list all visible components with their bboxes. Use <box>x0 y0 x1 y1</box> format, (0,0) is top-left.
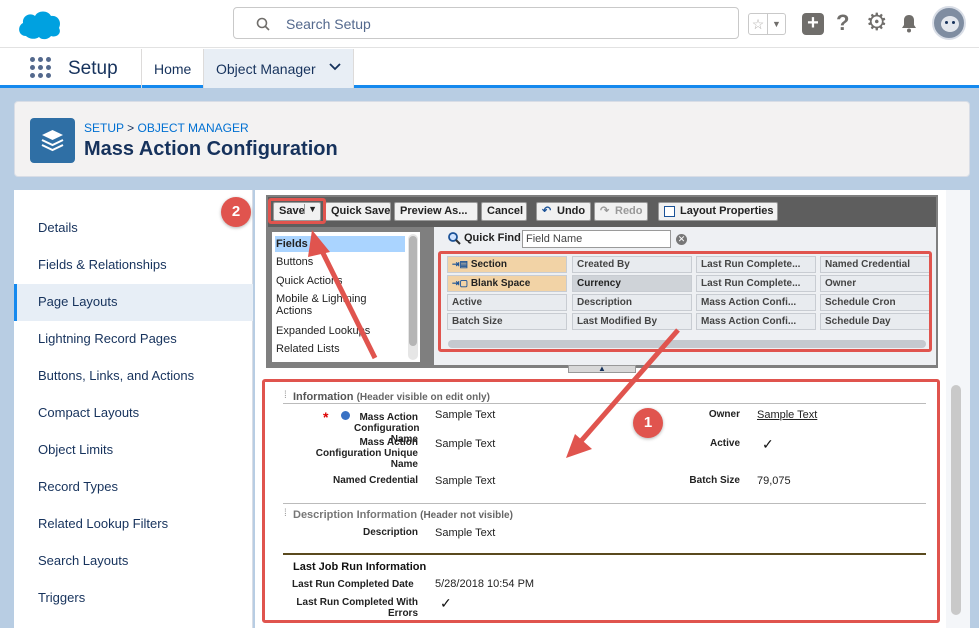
cancel-button[interactable]: Cancel <box>481 202 527 221</box>
sidebar-item-record-types[interactable]: Record Types <box>14 469 253 506</box>
chevron-down-icon[interactable] <box>329 63 341 71</box>
sidebar-item-triggers[interactable]: Triggers <box>14 580 253 617</box>
sidebar-item-object-limits[interactable]: Object Limits <box>14 432 253 469</box>
redo-button: ↷ Redo <box>594 202 648 221</box>
app-name: Setup <box>68 58 118 79</box>
app-launcher-icon[interactable] <box>30 57 52 79</box>
favorites-dropdown-icon[interactable]: ▼ <box>768 13 786 35</box>
redo-icon: ↷ <box>600 205 610 217</box>
redo-label: Redo <box>615 205 643 217</box>
preview-as-button[interactable]: Preview As... <box>394 202 478 221</box>
category-related-lists[interactable]: Related Lists <box>276 343 340 355</box>
search-input[interactable]: Search Setup <box>233 7 739 39</box>
undo-button[interactable]: ↶ Undo <box>536 202 591 221</box>
callout-highlight-fields <box>438 251 932 352</box>
quick-find-input[interactable]: Field Name <box>522 230 671 248</box>
callout-highlight-save <box>268 198 326 224</box>
category-quick-actions[interactable]: Quick Actions <box>276 275 342 287</box>
tab-object-manager-label: Object Manager <box>216 61 316 77</box>
palette-collapse-handle[interactable]: ▲ <box>568 365 636 373</box>
sidebar-item-page-layouts[interactable]: Page Layouts <box>14 284 253 321</box>
sidebar-item-lightning-record-pages[interactable]: Lightning Record Pages <box>14 321 253 358</box>
breadcrumb-separator: > <box>127 121 135 135</box>
main-scrollbar[interactable] <box>946 190 970 628</box>
callout-badge-1: 1 <box>633 408 663 438</box>
sidebar-item-search-layouts[interactable]: Search Layouts <box>14 543 253 580</box>
callout-highlight-layout <box>262 379 940 623</box>
global-add-icon[interactable]: + <box>802 13 824 35</box>
undo-label: Undo <box>557 205 586 217</box>
breadcrumb-object-manager[interactable]: OBJECT MANAGER <box>138 121 249 135</box>
sidebar-item-compact-layouts[interactable]: Compact Layouts <box>14 395 253 432</box>
sidebar-item-buttons-links-actions[interactable]: Buttons, Links, and Actions <box>14 358 253 395</box>
search-placeholder: Search Setup <box>286 16 371 32</box>
breadcrumb: SETUP > OBJECT MANAGER <box>84 121 249 135</box>
user-avatar[interactable] <box>932 6 966 40</box>
callout-badge-2: 2 <box>221 197 251 227</box>
sidebar-item-fields-relationships[interactable]: Fields & Relationships <box>14 247 253 284</box>
sidebar-item-details[interactable]: Details <box>14 210 253 247</box>
object-layers-icon <box>30 118 75 163</box>
gear-icon[interactable]: ⚙ <box>866 8 888 37</box>
layout-properties-icon <box>664 206 675 217</box>
quick-find-magnifier-icon <box>448 232 461 245</box>
favorites-star-icon[interactable]: ☆ <box>748 13 768 35</box>
help-icon[interactable]: ? <box>836 10 849 36</box>
layout-properties-button[interactable]: Layout Properties <box>658 202 778 221</box>
quick-find-label: Quick Find <box>464 232 521 244</box>
tab-home[interactable]: Home <box>141 49 203 88</box>
search-icon <box>256 17 270 31</box>
salesforce-logo[interactable] <box>16 6 62 42</box>
quick-save-button[interactable]: Quick Save <box>325 202 391 221</box>
category-expanded-lookups[interactable]: Expanded Lookups <box>276 325 371 337</box>
category-scrollbar[interactable] <box>408 234 418 360</box>
page-title: Mass Action Configuration <box>84 138 338 160</box>
category-fields[interactable]: Fields <box>276 238 308 250</box>
breadcrumb-setup[interactable]: SETUP <box>84 121 124 135</box>
category-mobile-lightning-actions[interactable]: Mobile & Lightning Actions <box>276 293 376 317</box>
category-buttons[interactable]: Buttons <box>276 256 313 268</box>
sidebar-item-related-lookup-filters[interactable]: Related Lookup Filters <box>14 506 253 543</box>
layout-properties-label: Layout Properties <box>680 205 774 217</box>
clear-search-icon[interactable]: ✕ <box>676 234 687 245</box>
tab-object-manager[interactable]: Object Manager <box>203 49 354 88</box>
notifications-bell-icon[interactable] <box>898 12 920 34</box>
undo-icon: ↶ <box>542 205 552 217</box>
